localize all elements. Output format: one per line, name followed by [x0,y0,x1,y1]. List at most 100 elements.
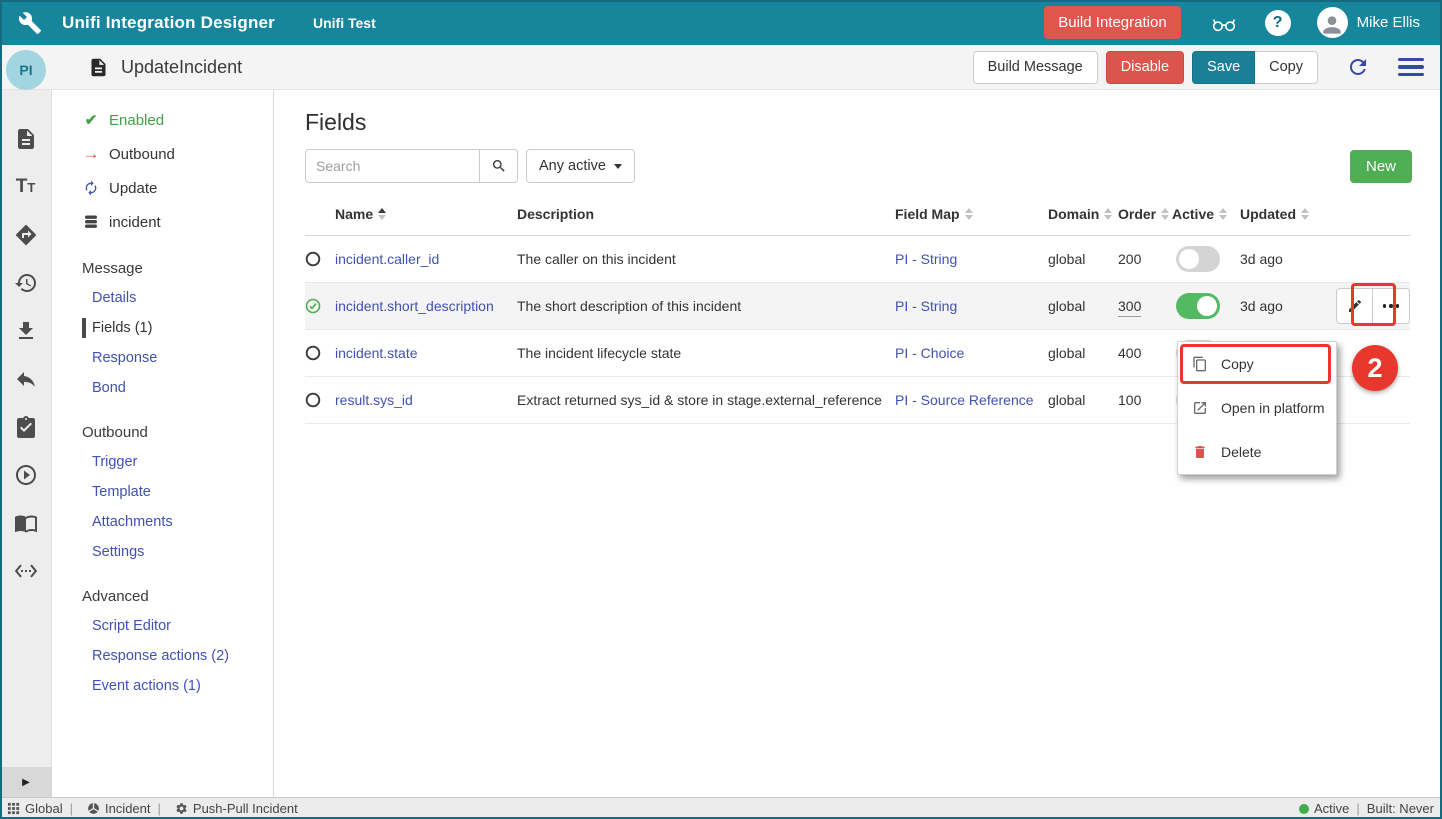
nav-section-outbound: Outbound [52,417,273,447]
open-in-platform-label: Open in platform [1221,400,1325,416]
nav-item-enabled[interactable]: ✔ Enabled [52,103,273,137]
context-menu-open-in-platform[interactable]: Open in platform [1178,386,1336,430]
row-context-menu: Copy Open in platform Delete [1177,341,1337,475]
field-map-link[interactable]: PI - String [895,251,1048,267]
sort-icon [1301,208,1309,220]
autorenew-icon [82,180,100,196]
nav-section-message: Message [52,253,273,283]
more-actions-button[interactable] [1373,288,1410,324]
column-header-updated[interactable]: Updated [1240,206,1316,222]
nav-item-template[interactable]: Template [52,477,273,507]
ellipsis-icon [1383,304,1400,308]
documentation-book-icon[interactable] [0,499,52,547]
nav-item-update[interactable]: Update [52,171,273,205]
history-icon[interactable] [0,259,52,307]
copy-button[interactable]: Copy [1255,51,1318,84]
state-circle-icon[interactable] [305,251,335,267]
nav-item-fields[interactable]: Fields (1) [52,313,273,343]
scope-incident[interactable]: Incident [87,801,151,816]
field-map-link[interactable]: PI - String [895,298,1048,314]
fields-heading: Fields [305,108,1442,136]
reply-icon[interactable] [0,355,52,403]
state-circle-icon[interactable] [305,392,335,408]
edit-button[interactable] [1336,288,1373,324]
nav-panel: ✔ Enabled → Outbound Update incident Mes… [52,90,274,797]
pencil-icon [1347,298,1363,314]
refresh-icon[interactable] [1346,55,1370,79]
save-button[interactable]: Save [1192,51,1255,84]
sidebar-expand-button[interactable]: ▶ [0,767,52,797]
build-integration-button[interactable]: Build Integration [1044,6,1180,39]
text-format-icon[interactable]: TT [0,163,52,211]
nav-outbound-label: Outbound [109,146,175,163]
preview-glasses-icon[interactable] [1207,10,1241,36]
menu-icon[interactable] [1398,58,1424,77]
search-input[interactable] [305,149,480,183]
help-icon[interactable]: ? [1265,10,1291,36]
field-name-link[interactable]: incident.caller_id [335,251,517,267]
new-button[interactable]: New [1350,150,1412,183]
column-header-domain[interactable]: Domain [1048,206,1118,222]
field-name-link[interactable]: incident.short_description [335,298,517,314]
nav-item-script-editor[interactable]: Script Editor [52,611,273,641]
field-map-link[interactable]: PI - Choice [895,345,1048,361]
disable-button[interactable]: Disable [1106,51,1184,84]
user-name: Mike Ellis [1357,14,1420,31]
field-map-link[interactable]: PI - Source Reference [895,392,1048,408]
nav-item-attachments[interactable]: Attachments [52,507,273,537]
table-row-highlighted: incident.short_description The short des… [305,283,1410,330]
state-check-circle-icon[interactable] [305,298,335,314]
field-description: Extract returned sys_id & store in stage… [517,392,895,408]
global-label: Global [25,801,63,816]
nav-item-incident[interactable]: incident [52,205,273,239]
active-filter-dropdown[interactable]: Any active [526,149,635,183]
integration-avatar[interactable]: PI [6,50,46,90]
state-circle-icon[interactable] [305,345,335,361]
document-icon[interactable] [0,115,52,163]
column-header-description[interactable]: Description [517,206,895,222]
column-header-name[interactable]: Name [335,206,517,222]
delete-menu-label: Delete [1221,444,1261,460]
environment-name: Unifi Test [313,15,376,31]
column-header-field-map[interactable]: Field Map [895,206,1048,222]
nav-item-response-actions[interactable]: Response actions (2) [52,641,273,671]
nav-item-bond[interactable]: Bond [52,373,273,403]
user-menu[interactable]: Mike Ellis [1317,7,1420,38]
status-bar: Global | Incident | Push-Pull Incident A… [0,797,1442,819]
play-circle-icon[interactable] [0,451,52,499]
field-name-link[interactable]: result.sys_id [335,392,517,408]
gear-icon [175,802,188,815]
nav-item-settings[interactable]: Settings [52,537,273,567]
active-toggle-off[interactable] [1176,246,1220,272]
search-group [305,149,518,183]
directions-icon[interactable] [0,211,52,259]
build-message-button[interactable]: Build Message [973,51,1098,84]
search-button[interactable] [480,149,518,183]
filter-label: Any active [539,158,606,174]
download-icon[interactable] [0,307,52,355]
column-header-order[interactable]: Order [1118,206,1172,222]
field-name-link[interactable]: incident.state [335,345,517,361]
context-menu-copy[interactable]: Copy [1178,342,1336,386]
nav-update-label: Update [109,180,157,197]
nav-item-trigger[interactable]: Trigger [52,447,273,477]
chevron-down-icon [614,164,622,169]
nav-item-event-actions[interactable]: Event actions (1) [52,671,273,701]
grid-icon [7,802,20,815]
field-description: The short description of this incident [517,298,895,314]
nav-item-details[interactable]: Details [52,283,273,313]
nav-item-outbound[interactable]: → Outbound [52,137,273,171]
active-toggle-on[interactable] [1176,293,1220,319]
context-menu-delete[interactable]: Delete [1178,430,1336,474]
message-document-icon [88,57,109,78]
nav-item-response[interactable]: Response [52,343,273,373]
scope-global[interactable]: Global [7,801,63,816]
column-header-active[interactable]: Active [1172,206,1240,222]
code-icon[interactable] [0,547,52,595]
database-icon [82,214,100,230]
scope-process[interactable]: Push-Pull Incident [175,801,298,816]
icon-sidebar: TT [0,90,52,797]
tasks-clipboard-icon[interactable] [0,403,52,451]
separator: | [70,801,73,816]
status-right: Active | Built: Never [1299,801,1434,816]
